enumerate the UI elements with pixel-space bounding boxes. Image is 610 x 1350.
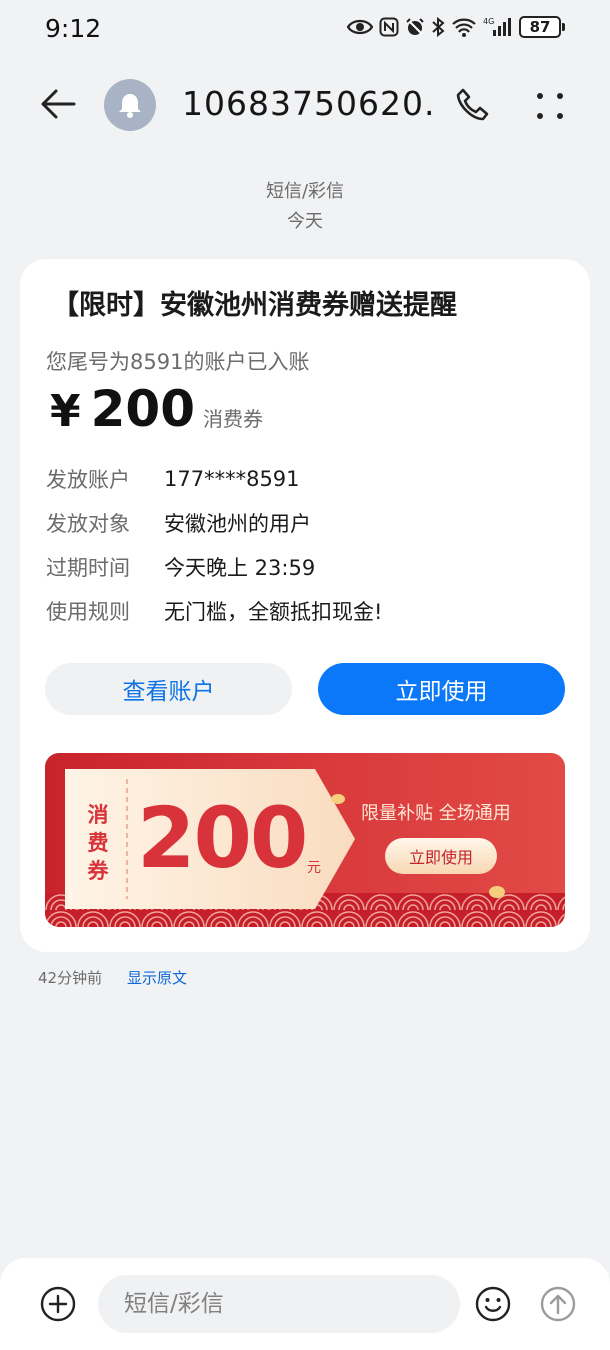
info-row: 发放账户 177****8591 [46,457,566,501]
conversation-header: 10683750620... [0,70,610,140]
nfc-icon [379,17,399,37]
info-value: 安徽池州的用户 [164,512,311,536]
status-time: 9:12 [45,14,102,43]
card-subtitle: 您尾号为8591的账户已入账 [46,350,310,374]
battery-tip [562,23,565,31]
info-label: 发放账户 [46,468,130,492]
bluetooth-icon [432,17,445,37]
info-label: 发放对象 [46,512,130,536]
eye-icon [347,19,373,35]
add-attachment-button[interactable] [40,1286,76,1322]
coin-icon [331,794,345,804]
bell-icon [119,94,141,118]
info-value: 无门槛，全额抵扣现金! [164,600,383,624]
battery-indicator: 87 [519,16,561,38]
view-account-button[interactable]: 查看账户 [45,663,292,715]
call-button[interactable] [454,86,492,124]
show-original-link[interactable]: 显示原文 [127,967,187,988]
amount-unit: 消费券 [203,407,263,431]
info-row: 使用规则 无门槛，全额抵扣现金! [46,589,566,633]
svg-text:4G: 4G [483,17,494,26]
signal-icon: 4G [483,17,511,36]
info-label: 使用规则 [46,600,130,624]
contact-avatar[interactable] [104,79,156,131]
thread-type-label: 短信/彩信 [265,181,345,202]
status-bar: 9:12 4G 87 [0,0,610,58]
message-card: 【限时】安徽池州消费券赠送提醒 您尾号为8591的账户已入账 ¥ 200 消费券… [20,259,590,952]
amount-value: 200 [90,380,195,438]
back-arrow-icon [41,89,76,119]
emoji-button[interactable] [475,1286,511,1322]
ticket-label: 消费券 [87,803,109,883]
message-time: 42分钟前 [38,969,103,987]
info-row: 发放对象 安徽池州的用户 [46,501,566,545]
phone-icon [456,88,489,121]
back-button[interactable] [38,84,78,124]
more-dots-icon [537,93,563,119]
contact-number: 10683750620... [182,84,432,123]
message-input[interactable] [98,1275,460,1333]
info-value: 177****8591 [164,467,300,491]
more-options-button[interactable] [532,88,568,124]
coin-icon [489,886,505,898]
banner-slogan: 限量补贴 全场通用 [361,803,511,824]
add-icon [40,1286,76,1322]
banner-use-now-button[interactable]: 立即使用 [385,838,497,874]
amount-row: ¥ 200 消费券 [50,380,263,438]
emoji-icon [475,1286,511,1322]
ticket-unit: 元 [307,860,321,876]
info-value: 今天晚上 23:59 [164,556,316,580]
send-button[interactable] [540,1286,576,1322]
send-arrow-icon [540,1286,576,1322]
wifi-icon [452,18,476,37]
use-now-button[interactable]: 立即使用 [318,663,565,715]
info-label: 过期时间 [46,556,130,580]
card-title: 【限时】安徽池州消费券赠送提醒 [52,290,457,321]
amount-currency: ¥ [50,386,81,437]
ticket-value: 200 [137,789,308,887]
thread-date-label: 今天 [287,211,323,232]
info-row: 过期时间 今天晚上 23:59 [46,545,566,589]
status-icons: 4G 87 [347,16,565,38]
coupon-banner[interactable]: 消费券 200 元 限量补贴 全场通用 立即使用 [45,753,565,927]
alarm-off-icon [406,18,424,35]
composer-bar [0,1258,610,1350]
info-rows: 发放账户 177****8591 发放对象 安徽池州的用户 过期时间 今天晚上 … [46,457,566,633]
